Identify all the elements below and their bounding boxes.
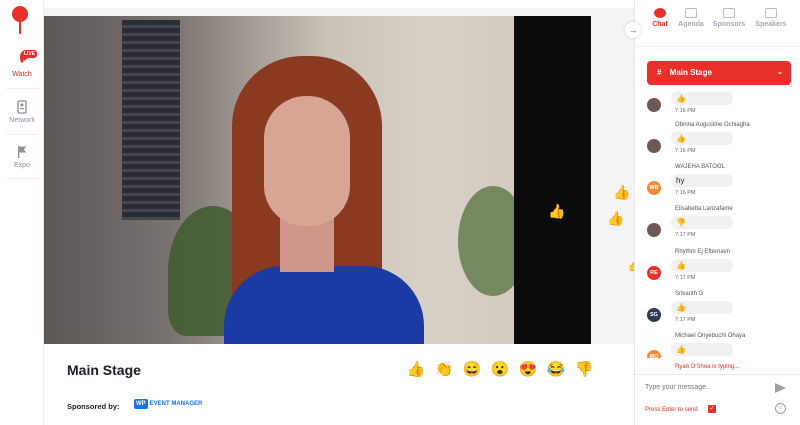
nav-divider [6, 134, 38, 135]
message-bubble: hy [671, 174, 733, 187]
chat-message-list[interactable]: 👍 7:16 PM Obinna Augustine Ochiagha 👍 7:… [635, 92, 800, 358]
nav-item-watch-label: Watch [12, 71, 32, 78]
avatar [647, 98, 661, 112]
balloon-logo-string [19, 22, 21, 34]
avatar [647, 223, 661, 237]
composer-divider [635, 374, 800, 375]
tab-sponsors-label: Sponsors [712, 21, 746, 28]
typing-indicator: Ryan O'Shea is typing... [675, 364, 740, 370]
message-bubble: 👎 [671, 216, 733, 229]
tab-sponsors[interactable]: Sponsors [710, 8, 748, 28]
avatar: RE [647, 266, 661, 280]
nav-item-watch[interactable]: Watch [0, 52, 44, 78]
sponsor-logo-text: EVENT MANAGER [149, 401, 203, 407]
panel-tabs: Chat Agenda Sponsors Speakers [635, 8, 800, 40]
contact-card-icon [15, 100, 29, 114]
speaker-shirt [224, 266, 424, 344]
video-player[interactable] [44, 16, 558, 344]
message-bubble: 👍 [671, 92, 733, 105]
sender-name: WAJEHA BATOOL [675, 164, 725, 170]
reaction-bar: 👍 👏 😄 😮 😍 😂 👎 [406, 360, 594, 380]
message-time: 7:16 PM [675, 190, 696, 196]
thumbs-up-reaction-button[interactable]: 👍 [406, 360, 426, 380]
sponsor-logo[interactable]: WP EVENT MANAGER [134, 399, 202, 409]
nav-divider [6, 178, 38, 179]
tab-chat-label: Chat [652, 21, 668, 28]
grin-reaction-button[interactable]: 😄 [462, 360, 482, 380]
thumbs-down-reaction-button[interactable]: 👎 [574, 360, 594, 380]
chat-message: WB WAJEHA BATOOL hy 7:16 PM [647, 164, 797, 204]
message-bubble: 👍 [671, 259, 733, 272]
floating-reaction: 👍 [613, 184, 631, 200]
clap-reaction-button[interactable]: 👏 [434, 360, 454, 380]
stage-title: Main Stage [67, 362, 141, 378]
chevron-down-icon: ⌄ [777, 69, 783, 76]
tab-chat[interactable]: Chat [647, 8, 673, 28]
sender-name: Elisabetta Lanzafame [675, 206, 733, 212]
nav-item-network-label: Network [9, 117, 35, 124]
floating-reaction: 👍 [607, 210, 625, 226]
emoji-picker-icon[interactable]: ☺ [775, 403, 786, 414]
press-enter-label: Press Enter to send [645, 407, 698, 413]
chat-message: Obinna Augustine Ochiagha 👍 7:16 PM [647, 122, 797, 162]
collapse-panel-button[interactable]: → [625, 22, 641, 38]
handshake-icon [723, 8, 735, 18]
avatar: WB [647, 181, 661, 195]
message-time: 7:17 PM [675, 275, 696, 281]
speaker-face [264, 96, 350, 226]
sender-name: Rhythm Ej Efternavn [675, 249, 731, 255]
wow-reaction-button[interactable]: 😮 [490, 360, 510, 380]
message-time: 7:17 PM [675, 232, 696, 238]
heart-eyes-reaction-button[interactable]: 😍 [518, 360, 538, 380]
nav-item-expo-label: Expo [14, 162, 30, 169]
tab-speakers[interactable]: Speakers [752, 8, 790, 28]
chat-message: SG Srikanth G 👍 7:17 PM [647, 291, 797, 331]
press-enter-checkbox[interactable]: ✓ [708, 405, 716, 413]
avatar [647, 139, 661, 153]
sender-name: Obinna Augustine Ochiagha [675, 122, 750, 128]
message-time: 7:17 PM [675, 317, 696, 323]
side-panel: Chat Agenda Sponsors Speakers # Main Sta… [634, 0, 800, 425]
left-navigation: Watch LIVE Network Expo [0, 0, 44, 425]
chat-message: RE Rhythm Ej Efternavn 👍 7:17 PM [647, 249, 797, 289]
send-icon[interactable] [775, 383, 786, 393]
message-time: 7:16 PM [675, 148, 696, 154]
sender-name: Michael Onyebuchi Ohaya [675, 333, 746, 339]
tab-speakers-label: Speakers [755, 21, 787, 28]
tab-agenda[interactable]: Agenda [675, 8, 707, 28]
tab-agenda-label: Agenda [678, 21, 704, 28]
microphone-icon [765, 8, 777, 18]
room-name: Main Stage [669, 68, 712, 77]
nav-divider [6, 88, 38, 89]
chat-message: Elisabetta Lanzafame 👎 7:17 PM [647, 206, 797, 246]
floating-reaction: 👍 [548, 203, 566, 219]
chat-message: MO Michael Onyebuchi Ohaya 👍 [647, 333, 797, 358]
calendar-icon [685, 8, 697, 18]
avatar: SG [647, 308, 661, 322]
nav-item-expo[interactable]: Expo [0, 145, 44, 169]
live-badge: LIVE [22, 50, 38, 58]
sponsored-label: Sponsored by: [67, 402, 120, 411]
chat-bubble-icon [654, 8, 666, 18]
message-input[interactable] [645, 380, 765, 394]
sender-name: Srikanth G [675, 291, 704, 297]
top-header-strip [44, 0, 634, 8]
message-bubble: 👍 [671, 132, 733, 145]
message-bubble: 👍 [671, 343, 733, 356]
sponsor-logo-mark: WP [134, 399, 148, 409]
balloon-logo-icon[interactable] [12, 6, 28, 22]
room-select-dropdown[interactable]: # Main Stage ⌄ [647, 61, 791, 85]
message-time: 7:16 PM [675, 108, 696, 114]
tabs-divider [635, 46, 800, 47]
hash-icon: # [657, 68, 662, 77]
laugh-reaction-button[interactable]: 😂 [546, 360, 566, 380]
flag-icon [15, 145, 29, 159]
stage-info-bar: Main Stage Sponsored by: WP EVENT MANAGE… [44, 344, 634, 425]
nav-item-network[interactable]: Network [0, 100, 44, 124]
message-bubble: 👍 [671, 301, 733, 314]
avatar: MO [647, 350, 661, 358]
video-letterbox [514, 16, 591, 344]
window-blinds [122, 20, 180, 220]
